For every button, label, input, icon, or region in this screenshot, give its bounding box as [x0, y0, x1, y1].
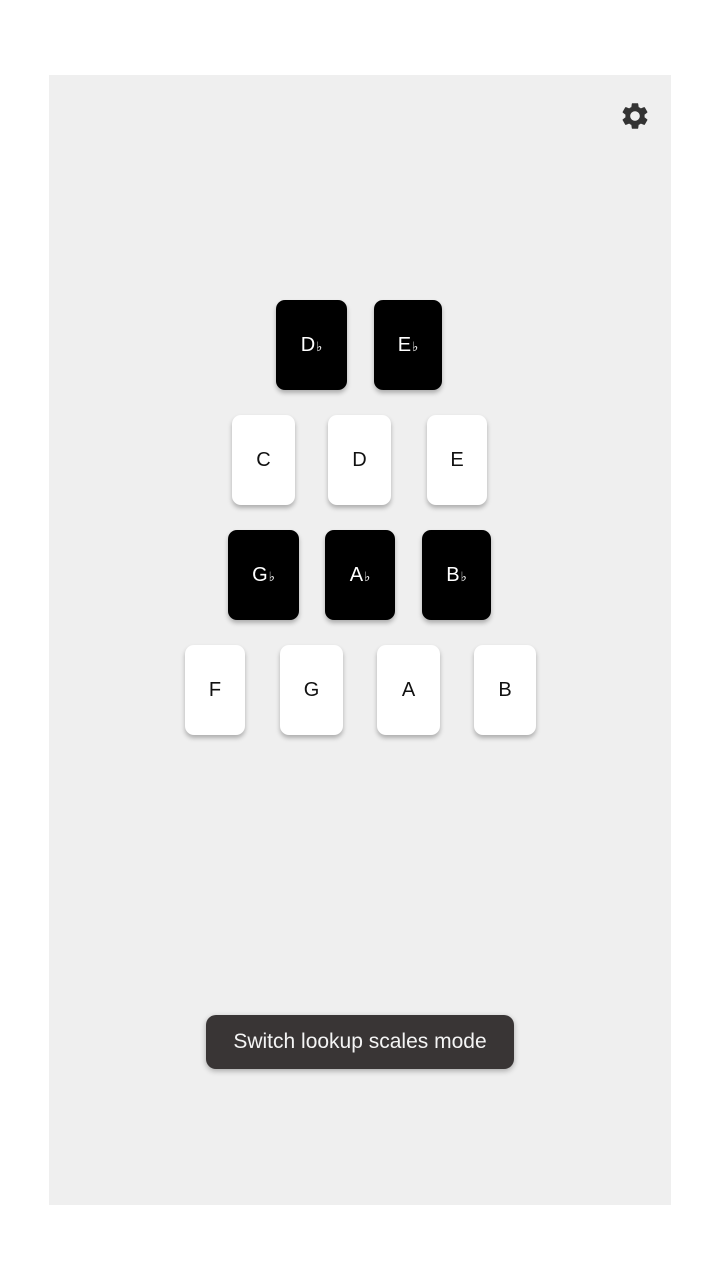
key-d-flat[interactable]: D ♭: [276, 300, 347, 390]
key-label: C: [256, 448, 271, 471]
key-label: A: [401, 678, 416, 701]
key-a-flat[interactable]: A ♭: [325, 530, 395, 620]
key-e[interactable]: E: [427, 415, 487, 505]
flat-symbol: ♭: [364, 570, 371, 585]
key-c[interactable]: C: [232, 415, 295, 505]
key-label: D: [300, 333, 316, 356]
key-label: B: [446, 563, 460, 586]
key-g-flat[interactable]: G ♭: [228, 530, 299, 620]
key-b[interactable]: B: [474, 645, 536, 735]
flat-symbol: ♭: [316, 340, 323, 355]
flat-symbol: ♭: [412, 340, 419, 355]
key-label: G: [252, 563, 268, 586]
key-label: B: [498, 678, 512, 701]
key-label: G: [303, 678, 320, 701]
key-a[interactable]: A: [377, 645, 440, 735]
key-label: F: [208, 678, 222, 701]
key-e-flat[interactable]: E ♭: [374, 300, 442, 390]
key-label: A: [349, 563, 364, 586]
gear-icon: [619, 100, 651, 132]
key-d[interactable]: D: [328, 415, 391, 505]
toast-message: Switch lookup scales mode: [206, 1015, 514, 1069]
key-label: E: [450, 448, 464, 471]
key-label: E: [397, 333, 412, 356]
key-g[interactable]: G: [280, 645, 343, 735]
flat-symbol: ♭: [268, 570, 275, 585]
key-label: D: [352, 448, 367, 471]
key-b-flat[interactable]: B ♭: [422, 530, 491, 620]
settings-button[interactable]: [619, 100, 651, 132]
flat-symbol: ♭: [460, 570, 467, 585]
toast-text: Switch lookup scales mode: [233, 1030, 487, 1053]
key-f[interactable]: F: [185, 645, 245, 735]
